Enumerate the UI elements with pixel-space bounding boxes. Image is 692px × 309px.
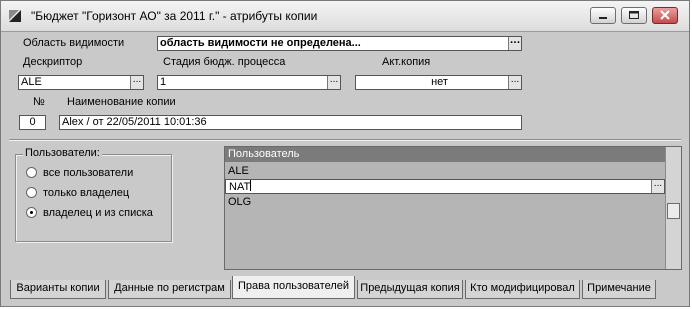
stage-value: 1 bbox=[160, 76, 167, 88]
radio-all-users[interactable]: все пользователи bbox=[26, 167, 133, 181]
title-bar[interactable]: "Бюджет "Горизонт АО" за 2011 г." - атри… bbox=[1, 1, 689, 32]
radio-owner-only[interactable]: только владелец bbox=[26, 187, 129, 201]
tab-previous-copy[interactable]: Предыдущая копия bbox=[357, 280, 463, 299]
maximize-button[interactable] bbox=[621, 7, 647, 24]
visibility-field[interactable]: область видимости не определена... ... bbox=[157, 36, 522, 51]
list-item[interactable]: ALE bbox=[225, 164, 665, 179]
visibility-browse-button[interactable]: ... bbox=[508, 37, 521, 50]
radio-button[interactable] bbox=[26, 167, 37, 178]
scrollbar-thumb[interactable] bbox=[667, 203, 680, 219]
users-group-legend: Пользователи: bbox=[23, 147, 102, 159]
minimize-icon bbox=[599, 17, 607, 19]
descriptor-browse-button[interactable]: ... bbox=[130, 76, 143, 89]
users-group: Пользователи: все пользователи только вл… bbox=[15, 147, 172, 242]
active-copy-label: Акт.копия bbox=[382, 56, 431, 68]
tab-copy-variants[interactable]: Варианты копии bbox=[10, 280, 106, 299]
descriptor-label: Дескриптор bbox=[23, 56, 83, 68]
stage-label: Стадия бюдж. процесса bbox=[163, 56, 286, 68]
list-item-label: NAT bbox=[229, 181, 251, 193]
visibility-value: область видимости не определена... bbox=[160, 37, 361, 49]
stage-browse-button[interactable]: ... bbox=[327, 76, 340, 89]
users-list[interactable]: Пользователь ALE NAT ... OLG bbox=[224, 146, 682, 270]
radio-label: все пользователи bbox=[43, 167, 134, 179]
list-item[interactable]: OLG bbox=[225, 195, 665, 210]
number-label: № bbox=[33, 96, 45, 108]
active-copy-value: нет bbox=[431, 76, 448, 88]
vertical-scrollbar[interactable] bbox=[665, 147, 681, 269]
descriptor-value: ALE bbox=[21, 76, 42, 88]
radio-label: только владелец bbox=[43, 187, 130, 199]
users-list-header[interactable]: Пользователь bbox=[225, 147, 665, 162]
visibility-label: Область видимости bbox=[23, 37, 125, 49]
radio-label: владелец и из списка bbox=[43, 207, 153, 219]
divider bbox=[9, 139, 681, 141]
tab-strip: Варианты копии Данные по регистрам Права… bbox=[1, 275, 689, 306]
radio-button-selected[interactable] bbox=[26, 207, 37, 218]
active-copy-field[interactable]: нет ... bbox=[355, 75, 522, 90]
minimize-button[interactable] bbox=[590, 7, 616, 24]
list-item-label: OLG bbox=[228, 196, 252, 208]
active-copy-browse-button[interactable]: ... bbox=[508, 76, 521, 89]
list-item-editing[interactable]: NAT ... bbox=[225, 179, 665, 194]
copy-attributes-window: "Бюджет "Горизонт АО" за 2011 г." - атри… bbox=[0, 0, 690, 307]
tab-register-data[interactable]: Данные по регистрам bbox=[108, 280, 231, 299]
list-item-browse-button[interactable]: ... bbox=[651, 180, 664, 193]
tab-user-rights[interactable]: Права пользователей bbox=[232, 276, 355, 299]
number-field[interactable]: 0 bbox=[19, 115, 46, 130]
close-button[interactable] bbox=[652, 7, 678, 24]
copy-name-value: Alex / от 22/05/2011 10:01:36 bbox=[62, 116, 207, 128]
close-icon bbox=[660, 10, 670, 20]
copy-name-label: Наименование копии bbox=[67, 96, 176, 108]
stage-field[interactable]: 1 ... bbox=[157, 75, 341, 90]
app-icon bbox=[9, 10, 21, 22]
maximize-icon bbox=[629, 11, 639, 19]
number-value: 0 bbox=[29, 116, 36, 128]
radio-owner-and-list[interactable]: владелец и из списка bbox=[26, 207, 153, 221]
copy-name-field[interactable]: Alex / от 22/05/2011 10:01:36 bbox=[59, 115, 522, 130]
tab-modified-by[interactable]: Кто модифицировал bbox=[465, 280, 580, 299]
descriptor-field[interactable]: ALE ... bbox=[18, 75, 144, 90]
radio-button[interactable] bbox=[26, 187, 37, 198]
window-title: "Бюджет "Горизонт АО" за 2011 г." - атри… bbox=[31, 9, 318, 23]
text-caret bbox=[250, 180, 252, 191]
tab-note[interactable]: Примечание bbox=[582, 280, 656, 299]
list-item-label: ALE bbox=[228, 165, 249, 177]
